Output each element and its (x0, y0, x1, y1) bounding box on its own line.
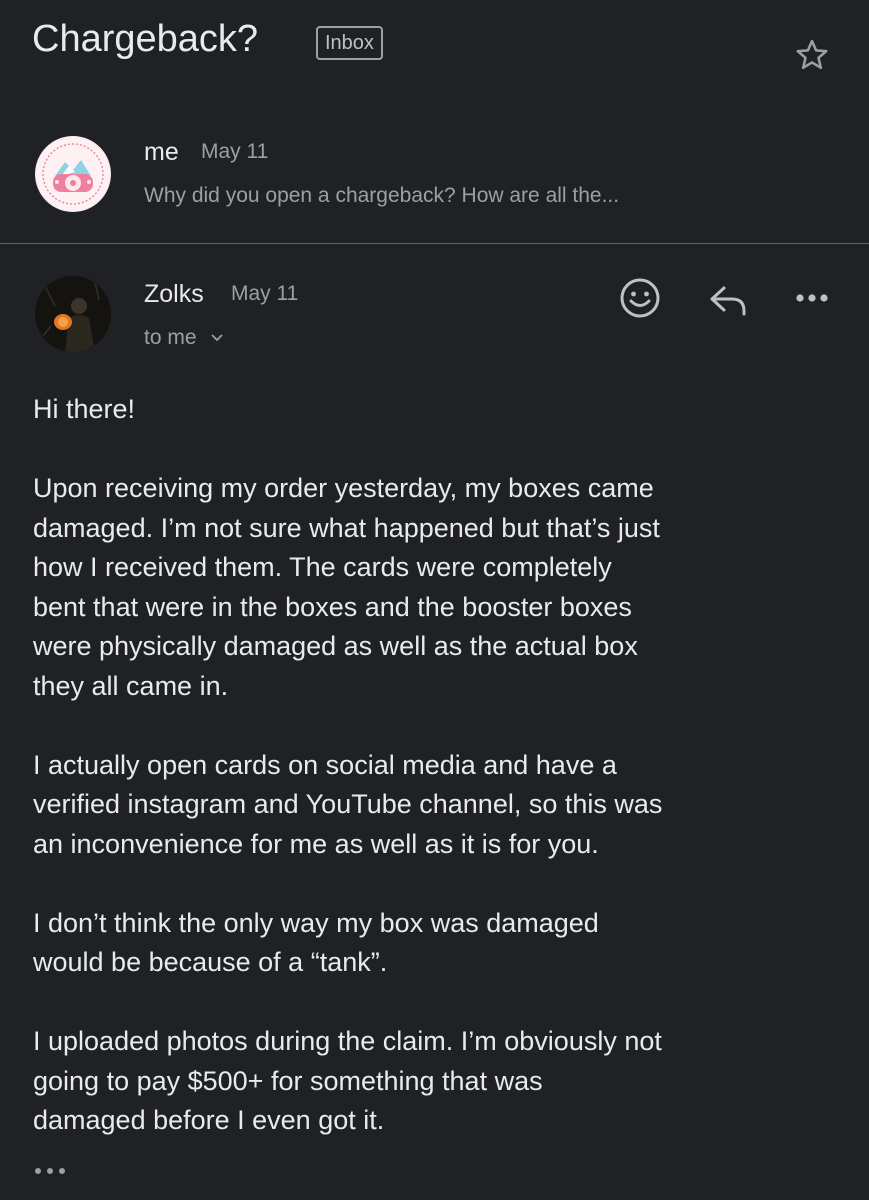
message-date: May 11 (201, 140, 269, 163)
show-trimmed-content-icon[interactable] (32, 1163, 72, 1179)
sender-name: Zolks (144, 280, 204, 308)
message-date: May 11 (231, 282, 299, 305)
reply-icon[interactable] (706, 278, 750, 322)
body-paragraph: I don’t think the only way my box was da… (33, 907, 599, 978)
message-snippet: Why did you open a chargeback? How are a… (144, 184, 620, 207)
subject-row: Chargeback? Inbox (32, 14, 849, 74)
shop-logo-icon (36, 137, 110, 211)
collapsed-message[interactable]: me May 11 Why did you open a chargeback?… (0, 118, 869, 242)
more-options-icon[interactable] (790, 276, 834, 320)
recipient-label: to me (144, 326, 197, 349)
sender-name: me (144, 138, 179, 166)
email-subject: Chargeback? (32, 18, 259, 60)
message-header: Zolks May 11 to me (0, 262, 869, 362)
inbox-label-badge[interactable]: Inbox (316, 26, 383, 60)
chevron-down-icon (211, 334, 224, 342)
recipient-toggle[interactable]: to me (144, 326, 224, 350)
body-paragraph: I uploaded photos during the claim. I’m … (33, 1026, 662, 1135)
profile-photo-icon (35, 276, 111, 352)
body-paragraph: I actually open cards on social media an… (33, 749, 663, 859)
message-body: Hi there! Upon receiving my order yester… (33, 390, 853, 1180)
avatar[interactable] (35, 276, 111, 352)
body-paragraph: Upon receiving my order yesterday, my bo… (33, 473, 660, 701)
body-paragraph: Hi there! (33, 394, 136, 424)
avatar (35, 136, 111, 212)
emoji-reaction-icon[interactable] (618, 276, 662, 320)
star-icon[interactable] (793, 36, 831, 74)
divider (0, 243, 869, 244)
